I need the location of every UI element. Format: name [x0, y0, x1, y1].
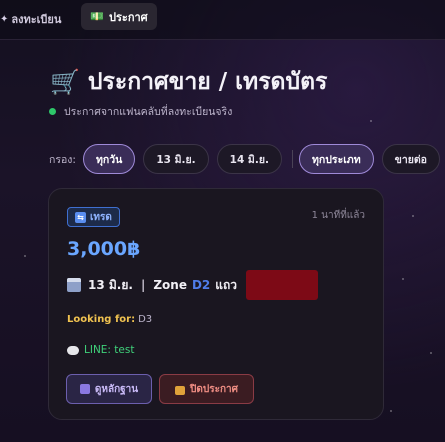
- sparkle-icon: ✦: [0, 13, 9, 25]
- filter-resale[interactable]: ขายต่อ: [381, 144, 440, 174]
- line-contact: LINE: test: [67, 344, 134, 356]
- image-icon: [79, 384, 90, 394]
- filter-all-days[interactable]: ทุกวัน: [82, 144, 136, 174]
- top-nav: ✦ ลงทะเบียน 💵 ประกาศ: [0, 0, 445, 40]
- looking-for: Looking for: D3: [67, 314, 152, 325]
- close-listing-button[interactable]: ปิดประกาศ: [159, 374, 254, 404]
- filter-divider: [291, 150, 293, 168]
- close-listing-label: ปิดประกาศ: [190, 383, 238, 395]
- calendar-icon: [67, 278, 81, 292]
- row-label: แถว: [215, 277, 238, 292]
- redacted-row-value: [246, 270, 319, 300]
- line-contact-text: LINE: test: [84, 344, 135, 356]
- lock-icon: [175, 385, 186, 395]
- listing-date: 13 มิ.ย.: [88, 277, 133, 292]
- filter-all-types[interactable]: ทุกประเภท: [298, 144, 374, 174]
- trade-badge-label: เทรด: [90, 211, 112, 223]
- page-subtitle-text: ประกาศจากแฟนคลับที่ลงทะเบียนจริง: [64, 106, 233, 118]
- tab-announcements[interactable]: 💵 ประกาศ: [81, 3, 157, 30]
- view-proof-label: ดูหลักฐาน: [94, 383, 139, 395]
- tab-register-label: ลงทะเบียน: [11, 13, 62, 26]
- trade-icon: ⇆: [75, 211, 86, 223]
- filter-jun-13[interactable]: 13 มิ.ย.: [143, 144, 209, 174]
- status-dot-icon: [49, 108, 56, 115]
- filter-bar: กรอง: ทุกวัน 13 มิ.ย. 14 มิ.ย. ทุกประเภท…: [49, 144, 445, 174]
- page-subtitle: ประกาศจากแฟนคลับที่ลงทะเบียนจริง: [49, 103, 232, 120]
- tab-register[interactable]: ✦ ลงทะเบียน: [0, 8, 61, 30]
- page-title-text: ประกาศขาย / เทรดบัตร: [87, 69, 328, 95]
- zone-value: D2: [191, 278, 211, 292]
- zone-label: Zone: [153, 278, 187, 292]
- listing-time: 1 นาทีที่แล้ว: [311, 210, 365, 221]
- chat-bubble-icon: [67, 345, 79, 355]
- looking-for-label: Looking for:: [67, 314, 136, 325]
- detail-separator: |: [140, 278, 146, 292]
- cart-icon: 🛒: [50, 68, 80, 96]
- filter-label: กรอง:: [49, 153, 76, 166]
- page-title: 🛒 ประกาศขาย / เทรดบัตร: [50, 64, 327, 100]
- cash-icon: 💵: [90, 10, 105, 23]
- trade-badge: ⇆ เทรด: [67, 207, 120, 227]
- tab-announcements-label: ประกาศ: [109, 10, 148, 24]
- listing-details: 13 มิ.ย. | Zone D2 แถว: [67, 270, 319, 300]
- looking-for-value: D3: [138, 314, 153, 325]
- listing-price: 3,000฿: [67, 238, 141, 260]
- view-proof-button[interactable]: ดูหลักฐาน: [66, 374, 152, 404]
- filter-jun-14[interactable]: 14 มิ.ย.: [216, 144, 282, 174]
- listing-card: ⇆ เทรด 1 นาทีที่แล้ว 3,000฿ 13 มิ.ย. | Z…: [48, 188, 384, 420]
